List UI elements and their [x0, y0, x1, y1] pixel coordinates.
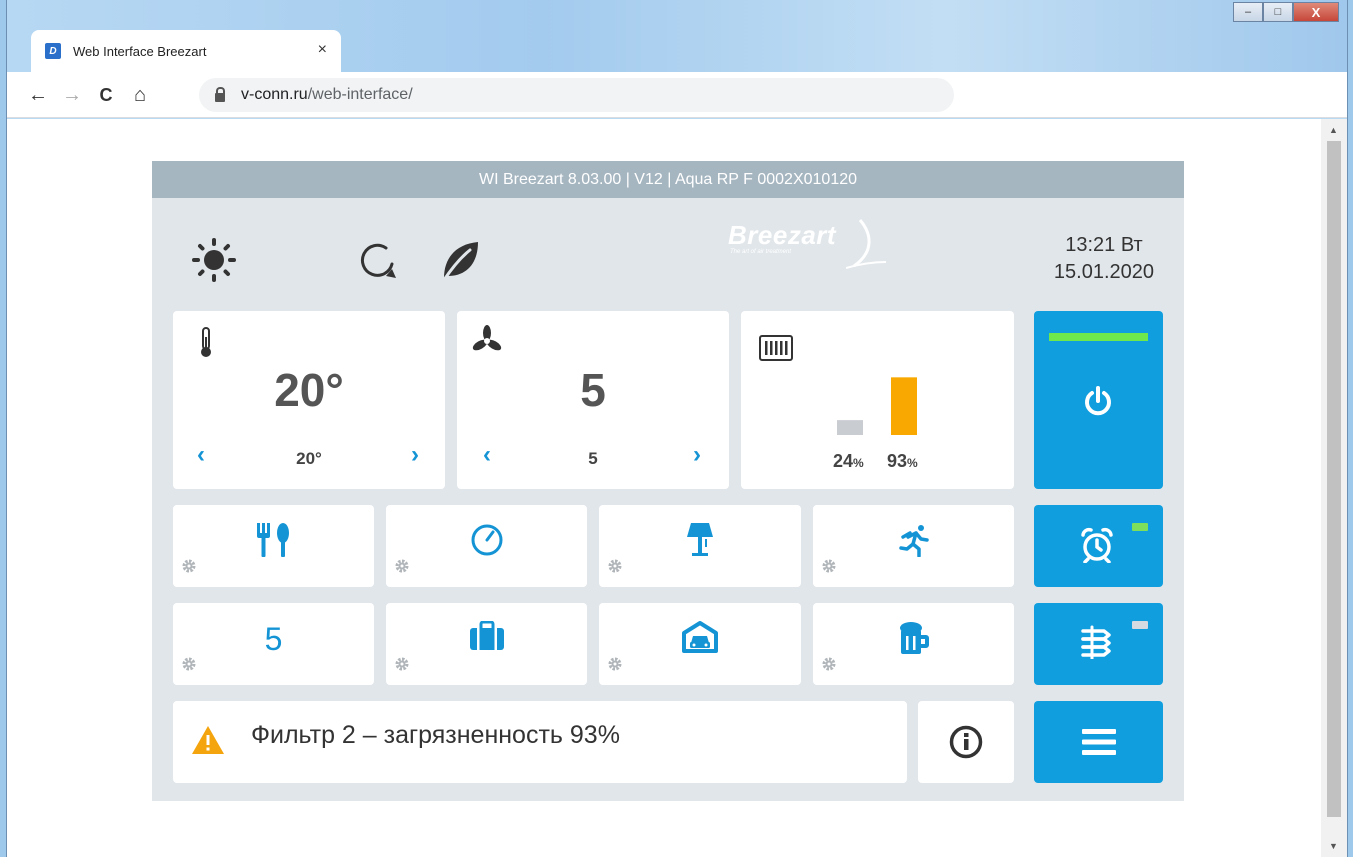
timer-icon: [386, 523, 587, 557]
fan-speed-card: 5 ‹ 5 ›: [457, 311, 729, 489]
recirculation-icon[interactable]: [356, 238, 400, 287]
status-row: Breezart The art of air treatment 13:21 …: [152, 198, 1184, 311]
maximize-button[interactable]: □: [1263, 2, 1293, 22]
settings-gear-icon[interactable]: [181, 558, 197, 579]
thermometer-icon: [199, 327, 213, 364]
party-icon: [813, 621, 1014, 655]
alert-message-bar: Фильтр 2 – загрязненность 93%: [173, 701, 907, 783]
settings-gear-icon[interactable]: [821, 656, 837, 677]
menu-button[interactable]: [1034, 701, 1163, 783]
filter2-unit: %: [907, 456, 918, 470]
close-window-button[interactable]: X: [1293, 2, 1339, 22]
current-fan-speed: 5: [580, 364, 606, 416]
settings-gear-icon[interactable]: [181, 656, 197, 677]
zones-button[interactable]: [1034, 603, 1163, 685]
current-temperature: 20°: [274, 364, 344, 416]
alert-text: Фильтр 2 – загрязненность 93%: [251, 721, 620, 749]
mode-tile-sport[interactable]: [813, 505, 1014, 587]
browser-window: – □ X D Web Interface Breezart × ← → C ⌂…: [6, 0, 1348, 857]
filter1-value: 24%: [833, 451, 864, 472]
address-bar[interactable]: v-conn.ru/web-interface/: [199, 78, 954, 112]
fan-increase-button[interactable]: ›: [693, 441, 701, 469]
mode-tile-preset[interactable]: 5: [173, 603, 374, 685]
title-bar: – □ X D Web Interface Breezart ×: [7, 0, 1347, 72]
scroll-up-icon[interactable]: ▲: [1329, 125, 1338, 135]
temperature-card: 20° ‹ 20° ›: [173, 311, 445, 489]
filter2-value: 93%: [887, 451, 918, 472]
reload-button[interactable]: C: [89, 78, 123, 112]
fan-icon: [471, 325, 503, 362]
info-button[interactable]: [918, 701, 1014, 783]
temperature-setpoint: 20°: [296, 449, 322, 468]
filters-card: 24% 93%: [741, 311, 1014, 489]
logo-text: Breezart: [728, 220, 837, 250]
scroll-down-icon[interactable]: ▼: [1329, 841, 1338, 851]
mode-tile-party[interactable]: [813, 603, 1014, 685]
home-button[interactable]: ⌂: [123, 78, 157, 112]
settings-gear-icon[interactable]: [821, 558, 837, 579]
power-button[interactable]: [1034, 311, 1163, 489]
mode-tile-timer[interactable]: [386, 505, 587, 587]
preset-number: 5: [264, 621, 283, 657]
mode-tile-night[interactable]: [599, 505, 801, 587]
schedule-status-indicator: [1132, 523, 1148, 531]
tab-title: Web Interface Breezart: [73, 43, 207, 59]
filter1-percent: 24: [833, 451, 854, 471]
breezart-panel: WI Breezart 8.03.00 | V12 | Aqua RP F 00…: [152, 161, 1184, 801]
power-icon: [1082, 385, 1114, 422]
url-path: /web-interface/: [307, 86, 413, 103]
temp-increase-button[interactable]: ›: [411, 441, 419, 469]
favicon-icon: D: [45, 43, 61, 59]
garage-icon: [599, 621, 801, 653]
power-status-indicator: [1049, 333, 1148, 341]
kitchen-icon: [173, 523, 374, 557]
device-info-header: WI Breezart 8.03.00 | V12 | Aqua RP F 00…: [152, 161, 1184, 198]
sun-icon[interactable]: [192, 238, 236, 287]
url-host: v-conn.ru: [241, 86, 308, 103]
browser-tab[interactable]: D Web Interface Breezart ×: [31, 30, 341, 72]
schedule-button[interactable]: [1034, 505, 1163, 587]
settings-gear-icon[interactable]: [607, 656, 623, 677]
hamburger-menu-icon: [1082, 727, 1116, 762]
time-weekday: 13:21 Вт: [1065, 234, 1143, 256]
forward-button[interactable]: →: [55, 78, 89, 112]
sail-icon: [846, 219, 886, 269]
eco-leaf-icon[interactable]: [438, 238, 482, 287]
mode-tile-garage[interactable]: [599, 603, 801, 685]
zones-status-indicator: [1132, 621, 1148, 629]
warning-icon: [191, 725, 225, 760]
airflow-zones-icon: [1080, 625, 1114, 664]
sport-icon: [813, 523, 1014, 557]
minimize-button[interactable]: –: [1233, 2, 1263, 22]
settings-gear-icon[interactable]: [394, 558, 410, 579]
datetime-display: 13:21 Вт 15.01.2020: [1054, 232, 1154, 286]
tab-close-icon[interactable]: ×: [318, 41, 327, 59]
lock-icon: [215, 86, 225, 102]
filter1-unit: %: [853, 456, 864, 470]
vacation-icon: [386, 621, 587, 651]
back-button[interactable]: ←: [21, 78, 55, 112]
vertical-scrollbar[interactable]: ▲ ▼: [1321, 119, 1347, 857]
settings-gear-icon[interactable]: [607, 558, 623, 579]
filter1-bar: [837, 420, 863, 435]
window-controls: – □ X: [1233, 2, 1339, 22]
page-viewport: WI Breezart 8.03.00 | V12 | Aqua RP F 00…: [7, 119, 1322, 857]
fan-setpoint: 5: [588, 449, 598, 468]
breezart-logo: Breezart The art of air treatment: [728, 219, 886, 269]
date: 15.01.2020: [1053, 261, 1154, 283]
alarm-clock-icon: [1080, 527, 1114, 568]
filter-bars-chart: [837, 377, 917, 435]
mode-tile-vacation[interactable]: [386, 603, 587, 685]
settings-gear-icon[interactable]: [394, 656, 410, 677]
info-icon: [949, 725, 983, 764]
scroll-thumb[interactable]: [1327, 141, 1341, 817]
night-lamp-icon: [599, 523, 801, 557]
mode-tile-kitchen[interactable]: [173, 505, 374, 587]
filter2-percent: 93: [887, 451, 908, 471]
browser-toolbar: ← → C ⌂ v-conn.ru/web-interface/: [7, 72, 1347, 118]
filter2-bar: [891, 377, 917, 435]
